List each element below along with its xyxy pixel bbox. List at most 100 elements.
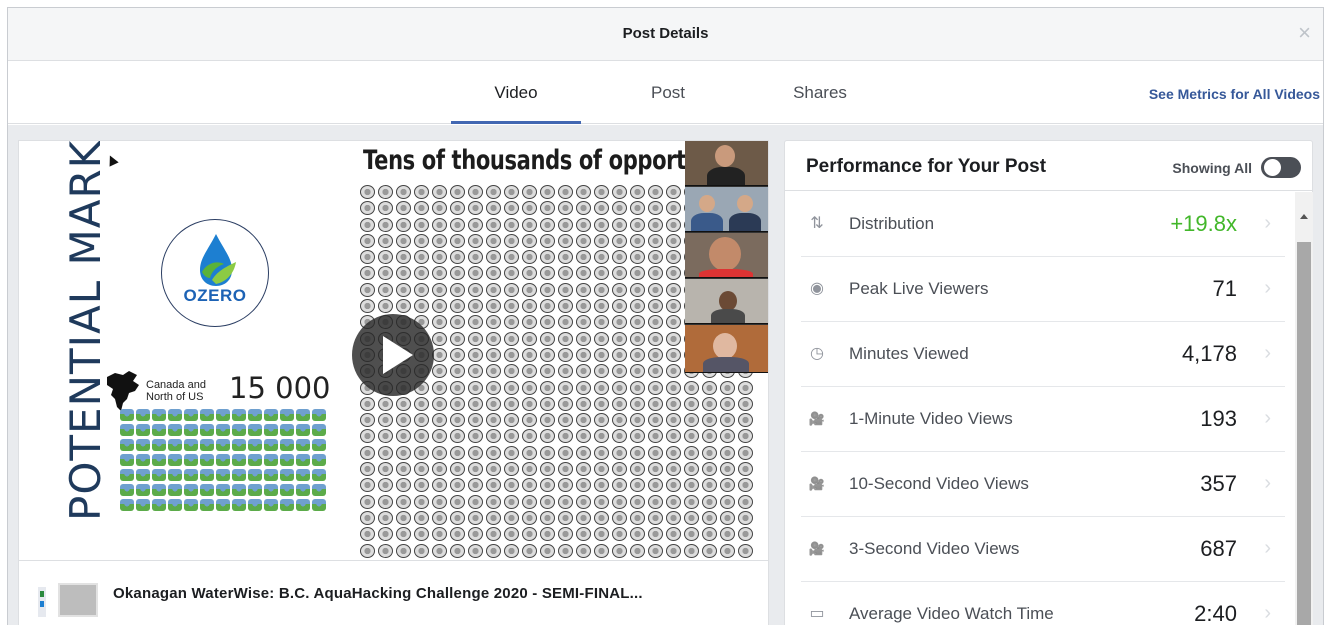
opportunity-pictogram-icon xyxy=(396,201,411,216)
opportunity-pictogram-icon xyxy=(414,462,429,477)
opportunity-pictogram-icon xyxy=(558,217,573,232)
opportunity-pictogram-icon xyxy=(378,185,393,199)
opportunity-pictogram-icon xyxy=(558,494,573,509)
region-pictogram-icon xyxy=(296,499,310,511)
opportunity-pictogram-icon xyxy=(468,185,483,199)
tab-shares[interactable]: Shares xyxy=(760,62,880,124)
opportunity-pictogram-icon xyxy=(450,396,465,411)
opportunity-pictogram-icon xyxy=(504,185,519,199)
region-pictogram-icon xyxy=(280,499,294,511)
region-pictogram-icon xyxy=(184,409,198,421)
opportunity-pictogram-icon xyxy=(468,396,483,411)
opportunity-pictogram-icon xyxy=(396,413,411,428)
opportunity-pictogram-icon xyxy=(576,396,591,411)
metric-row-peak-live-viewers[interactable]: ◉ Peak Live Viewers 71 › xyxy=(801,257,1285,322)
metrics-list: ⇅ Distribution +19.8x › ◉ Peak Live View… xyxy=(785,192,1295,625)
tab-video[interactable]: Video xyxy=(451,62,581,124)
region-pictogram-icon xyxy=(248,424,262,436)
opportunity-pictogram-icon xyxy=(414,494,429,509)
opportunity-pictogram-icon xyxy=(432,396,447,411)
opportunity-pictogram-icon xyxy=(450,266,465,281)
opportunity-pictogram-icon xyxy=(540,315,555,330)
opportunity-pictogram-icon xyxy=(576,510,591,525)
region-pictogram-icon xyxy=(136,499,150,511)
opportunity-pictogram-icon xyxy=(630,331,645,346)
see-metrics-link[interactable]: See Metrics for All Videos xyxy=(1149,86,1320,102)
opportunity-pictogram-icon xyxy=(630,478,645,493)
play-button[interactable] xyxy=(352,314,434,396)
metric-row-3-second-views[interactable]: 🎥 3-Second Video Views 687 › xyxy=(801,517,1285,582)
opportunity-pictogram-icon xyxy=(630,299,645,314)
opportunity-pictogram-icon xyxy=(540,217,555,232)
opportunity-pictogram-icon xyxy=(486,347,501,362)
opportunity-pictogram-icon xyxy=(738,396,753,411)
video-title[interactable]: Okanagan WaterWise: B.C. AquaHacking Cha… xyxy=(113,583,713,604)
region-pictogram-icon xyxy=(248,499,262,511)
opportunity-pictogram-icon xyxy=(396,462,411,477)
metrics-scrollbar[interactable] xyxy=(1295,192,1313,625)
opportunity-pictogram-icon xyxy=(666,429,681,444)
region-pictogram-icon xyxy=(200,409,214,421)
opportunity-pictogram-icon xyxy=(432,429,447,444)
opportunity-pictogram-icon xyxy=(666,396,681,411)
opportunity-pictogram-icon xyxy=(396,543,411,558)
opportunity-pictogram-icon xyxy=(504,217,519,232)
region-label: Canada and North of US xyxy=(146,379,206,403)
video-player[interactable]: POTENTIAL MARKET OZERO Canada and North … xyxy=(19,141,768,561)
opportunity-pictogram-icon xyxy=(738,543,753,558)
opportunity-pictogram-icon xyxy=(450,462,465,477)
opportunity-pictogram-icon xyxy=(414,250,429,265)
opportunity-pictogram-icon xyxy=(576,201,591,216)
metric-row-distribution[interactable]: ⇅ Distribution +19.8x › xyxy=(801,192,1285,257)
region-pictogram-icon xyxy=(296,409,310,421)
opportunity-pictogram-icon xyxy=(360,217,375,232)
region-pictogram-icon xyxy=(216,424,230,436)
region-pictogram-icon xyxy=(152,439,166,451)
opportunity-pictogram-icon xyxy=(648,347,663,362)
opportunity-pictogram-icon xyxy=(432,217,447,232)
opportunity-pictogram-icon xyxy=(432,510,447,525)
opportunity-pictogram-icon xyxy=(432,413,447,428)
opportunity-pictogram-icon xyxy=(630,282,645,297)
opportunity-pictogram-icon xyxy=(612,478,627,493)
opportunity-pictogram-icon xyxy=(648,266,663,281)
metric-row-10-second-views[interactable]: 🎥 10-Second Video Views 357 › xyxy=(801,452,1285,517)
region-pictogram-icon xyxy=(168,439,182,451)
opportunity-pictogram-icon xyxy=(414,201,429,216)
opportunity-pictogram-icon xyxy=(648,217,663,232)
opportunity-pictogram-icon xyxy=(540,510,555,525)
tab-post[interactable]: Post xyxy=(608,62,728,124)
opportunity-pictogram-icon xyxy=(648,510,663,525)
opportunity-pictogram-icon xyxy=(594,462,609,477)
scroll-up-icon[interactable] xyxy=(1300,214,1308,219)
opportunity-pictogram-icon xyxy=(666,331,681,346)
close-icon[interactable]: × xyxy=(1298,22,1311,44)
metric-row-average-watch-time[interactable]: ▭ Average Video Watch Time 2:40 › xyxy=(801,582,1285,625)
opportunity-pictogram-icon xyxy=(738,462,753,477)
opportunity-pictogram-icon xyxy=(594,233,609,248)
opportunity-pictogram-icon xyxy=(378,250,393,265)
region-pictogram-icon xyxy=(248,439,262,451)
opportunity-pictogram-icon xyxy=(432,478,447,493)
opportunity-pictogram-icon xyxy=(468,347,483,362)
opportunity-pictogram-icon xyxy=(576,429,591,444)
opportunity-pictogram-icon xyxy=(486,185,501,199)
opportunity-pictogram-icon xyxy=(684,413,699,428)
showing-all-toggle[interactable] xyxy=(1261,157,1301,178)
video-thumbnail[interactable] xyxy=(36,579,102,621)
logo-text: OZERO xyxy=(183,286,247,305)
metric-row-1-minute-views[interactable]: 🎥 1-Minute Video Views 193 › xyxy=(801,387,1285,452)
opportunity-pictogram-icon xyxy=(468,217,483,232)
opportunity-pictogram-icon xyxy=(396,217,411,232)
opportunity-pictogram-icon xyxy=(648,282,663,297)
opportunity-pictogram-icon xyxy=(612,510,627,525)
opportunity-pictogram-icon xyxy=(522,413,537,428)
opportunity-pictogram-icon xyxy=(612,543,627,558)
opportunity-pictogram-icon xyxy=(486,543,501,558)
opportunity-pictogram-icon xyxy=(414,445,429,460)
scrollbar-thumb[interactable] xyxy=(1297,242,1311,625)
opportunity-pictogram-icon xyxy=(396,282,411,297)
opportunity-pictogram-icon xyxy=(558,266,573,281)
metric-row-minutes-viewed[interactable]: ◷ Minutes Viewed 4,178 › xyxy=(801,322,1285,387)
opportunity-pictogram-icon xyxy=(396,185,411,199)
